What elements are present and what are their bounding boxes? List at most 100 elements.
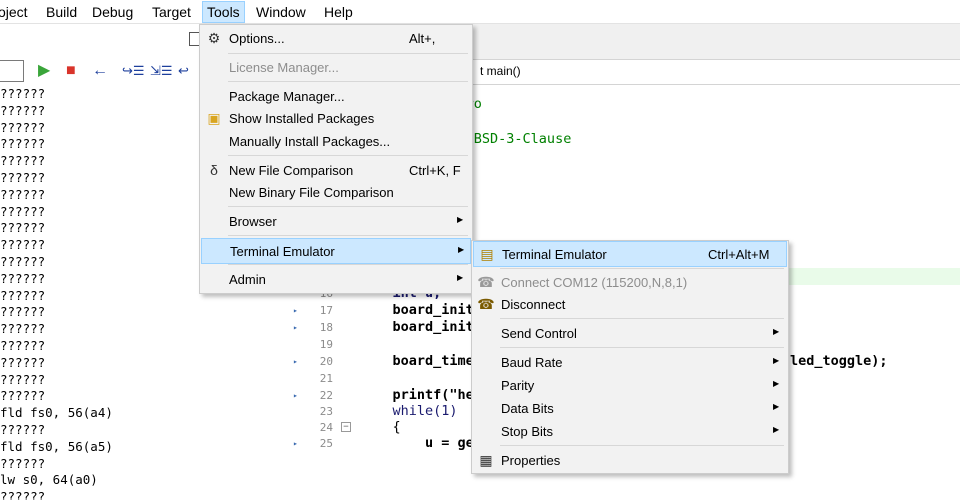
step-into-icon[interactable]: ⇲☰ <box>150 63 173 79</box>
menu-separator <box>228 264 468 265</box>
terminal-icon: ▤ <box>480 246 494 262</box>
menu-item-label: Stop Bits <box>501 424 554 439</box>
menu-help[interactable]: Help <box>324 4 353 20</box>
disasm-line: ?????? <box>0 237 46 253</box>
menu-item-send-control[interactable]: Send Control ▶ <box>473 321 787 347</box>
disasm-line: ?????? <box>0 489 46 500</box>
menu-separator <box>500 445 784 446</box>
line-number: 24 <box>319 421 333 434</box>
disasm-line: ?????? <box>0 371 46 387</box>
menu-item-label: Browser <box>229 214 277 229</box>
menu-project[interactable]: oject <box>0 4 28 20</box>
menu-item-properties[interactable]: ▦ Properties <box>473 448 787 474</box>
disasm-line: ?????? <box>0 422 46 437</box>
tools-menu: ⚙ Options... Alt+, License Manager... Packag… <box>199 24 473 294</box>
menu-item-manually-install-packages[interactable]: Manually Install Packages... <box>201 129 471 155</box>
menu-target[interactable]: Target <box>152 4 191 20</box>
compare-icon: δ <box>210 162 218 178</box>
menu-item-license-manager[interactable]: License Manager... <box>201 55 471 81</box>
code-text: { <box>360 419 401 435</box>
ide-window: oject Build Debug Target Tools Window He… <box>0 0 960 500</box>
disasm-line: fld fs0, 56(a5) <box>0 438 113 454</box>
breakpoint-marker-icon[interactable]: ▸ <box>293 357 298 366</box>
menu-separator <box>228 81 468 82</box>
line-number: 20 <box>319 355 333 368</box>
menu-item-label: New Binary File Comparison <box>229 185 394 200</box>
disasm-line: ?????? <box>0 254 46 269</box>
menu-item-terminal-emulator[interactable]: ▤ Terminal Emulator Ctrl+Alt+M <box>473 241 787 267</box>
disasm-line: ?????? <box>0 354 46 370</box>
disasm-line: ?????? <box>0 287 46 303</box>
disasm-line: ?????? <box>0 203 46 219</box>
menu-item-label: Show Installed Packages <box>229 111 375 126</box>
submenu-arrow-icon: ▶ <box>773 379 780 388</box>
menu-item-disconnect[interactable]: ☎ Disconnect <box>473 292 787 318</box>
menu-build[interactable]: Build <box>46 4 77 20</box>
breakpoint-marker-icon[interactable]: ▸ <box>293 439 298 448</box>
menu-item-label: Admin <box>229 272 266 287</box>
step-over-icon[interactable]: ↪☰ <box>122 63 145 79</box>
disasm-line: ?????? <box>0 119 46 135</box>
submenu-arrow-icon: ▶ <box>457 273 464 282</box>
menu-separator <box>228 235 468 236</box>
menu-item-label: Disconnect <box>501 297 566 312</box>
toolbar-combo[interactable] <box>0 60 24 82</box>
disasm-line: ?????? <box>0 220 46 236</box>
line-number: 25 <box>319 437 333 450</box>
menu-separator <box>228 53 468 54</box>
submenu-arrow-icon: ▶ <box>457 215 464 224</box>
disasm-line: ?????? <box>0 153 46 169</box>
menu-item-shortcut: Ctrl+Alt+M <box>708 247 770 262</box>
breakpoint-marker-icon[interactable]: ▸ <box>293 306 298 315</box>
line-number: 18 <box>319 321 333 334</box>
submenu-arrow-icon: ▶ <box>773 402 780 411</box>
menu-item-shortcut: Ctrl+K, F <box>409 163 461 178</box>
menu-item-browser[interactable]: Browser ▶ <box>201 209 471 235</box>
stop-icon[interactable]: ■ <box>66 63 76 79</box>
go-icon[interactable]: ▶ <box>38 63 50 79</box>
disasm-line: lw s0, 64(a0) <box>0 472 98 488</box>
menu-separator <box>500 347 784 348</box>
menu-separator <box>500 268 784 269</box>
disasm-line: ?????? <box>0 136 46 152</box>
menu-tools[interactable]: Tools <box>202 1 245 23</box>
disasm-line: ?????? <box>0 186 46 202</box>
menu-item-terminal-emulator[interactable]: Terminal Emulator ▶ <box>201 238 471 264</box>
menu-item-label: Terminal Emulator <box>230 244 335 259</box>
menu-item-label: Baud Rate <box>501 355 563 370</box>
terminal-emulator-submenu: ▤ Terminal Emulator Ctrl+Alt+M ☎ Connect COM… <box>471 240 789 474</box>
properties-icon: ▦ <box>479 452 493 468</box>
menu-item-admin[interactable]: Admin ▶ <box>201 267 471 293</box>
menu-item-shortcut: Alt+, <box>409 31 436 46</box>
fold-toggle-icon[interactable]: − <box>341 422 351 432</box>
step-out-icon[interactable]: ↩ <box>178 63 189 79</box>
submenu-arrow-icon: ▶ <box>773 356 780 365</box>
menu-item-options[interactable]: ⚙ Options... Alt+, <box>201 26 471 52</box>
disasm-line: ?????? <box>0 270 46 286</box>
code-text: board_time <box>360 353 474 369</box>
menu-item-label: Package Manager... <box>229 89 345 104</box>
menu-debug[interactable]: Debug <box>92 4 133 20</box>
breakpoint-marker-icon[interactable]: ▸ <box>293 323 298 332</box>
submenu-arrow-icon: ▶ <box>773 327 780 336</box>
back-icon[interactable]: ← <box>92 63 108 79</box>
menu-item-label: License Manager... <box>229 60 339 75</box>
menu-item-label: Manually Install Packages... <box>229 134 391 149</box>
menu-window[interactable]: Window <box>256 4 306 20</box>
submenu-arrow-icon: ▶ <box>773 425 780 434</box>
menu-item-new-binary-file-comparison[interactable]: New Binary File Comparison <box>201 180 471 206</box>
breakpoint-marker-icon[interactable]: ▸ <box>293 391 298 400</box>
package-icon: ▣ <box>207 110 221 126</box>
menu-separator <box>500 318 784 319</box>
gear-icon: ⚙ <box>207 30 221 46</box>
menu-item-label: Parity <box>501 378 535 393</box>
line-number: 19 <box>319 338 333 351</box>
line-number: 23 <box>319 405 333 418</box>
menu-item-label: Properties <box>501 453 561 468</box>
menu-item-stop-bits[interactable]: Stop Bits ▶ <box>473 419 787 445</box>
disasm-line: fld fs0, 56(a4) <box>0 405 113 421</box>
disasm-line: ?????? <box>0 86 46 101</box>
code-text: board_init <box>360 302 474 318</box>
function-combo[interactable]: t main() <box>480 64 521 78</box>
menu-bar: oject Build Debug Target Tools Window He… <box>0 0 960 24</box>
